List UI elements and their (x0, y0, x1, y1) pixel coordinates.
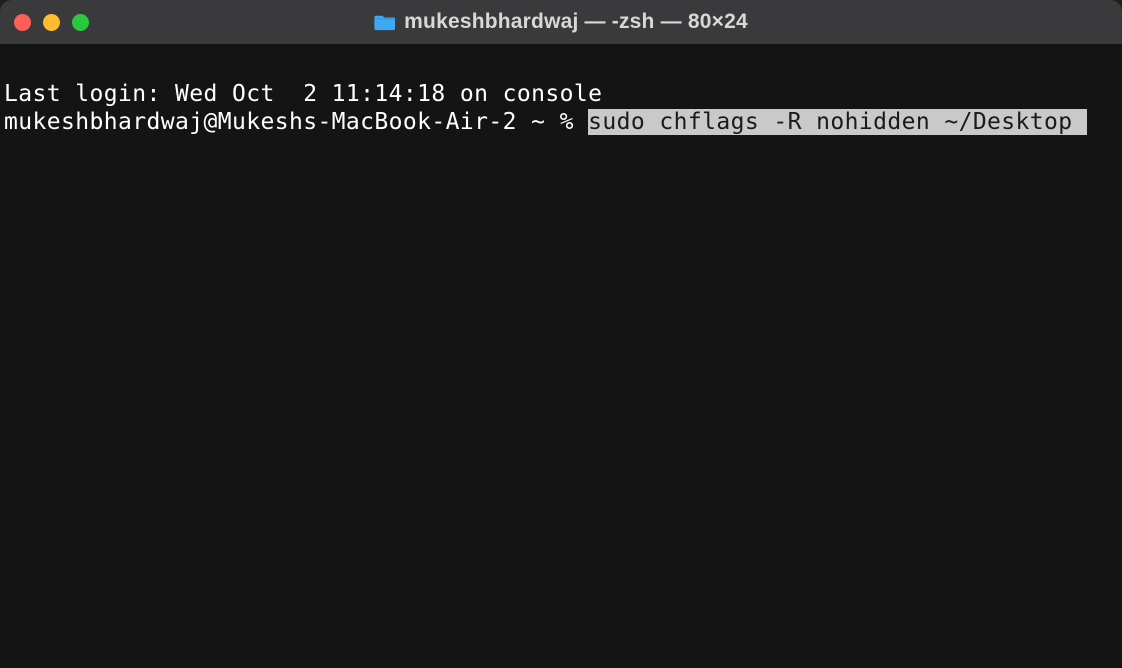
cursor-icon (1073, 109, 1087, 135)
zoom-icon[interactable] (72, 14, 89, 31)
terminal-viewport[interactable]: Last login: Wed Oct 2 11:14:18 on consol… (0, 44, 1122, 668)
minimize-icon[interactable] (43, 14, 60, 31)
window-title: mukeshbhardwaj — -zsh — 80×24 (404, 10, 748, 34)
shell-prompt: mukeshbhardwaj@Mukeshs-MacBook-Air-2 ~ % (4, 109, 588, 135)
close-icon[interactable] (14, 14, 31, 31)
prompt-line: mukeshbhardwaj@Mukeshs-MacBook-Air-2 ~ %… (4, 108, 1118, 136)
window-controls (14, 14, 89, 31)
window-title-wrap: mukeshbhardwaj — -zsh — 80×24 (374, 10, 748, 34)
window-titlebar: mukeshbhardwaj — -zsh — 80×24 (0, 0, 1122, 44)
command-input-selected[interactable]: sudo chflags -R nohidden ~/Desktop (588, 109, 1072, 135)
folder-icon (374, 13, 396, 31)
last-login-line: Last login: Wed Oct 2 11:14:18 on consol… (4, 80, 1118, 108)
